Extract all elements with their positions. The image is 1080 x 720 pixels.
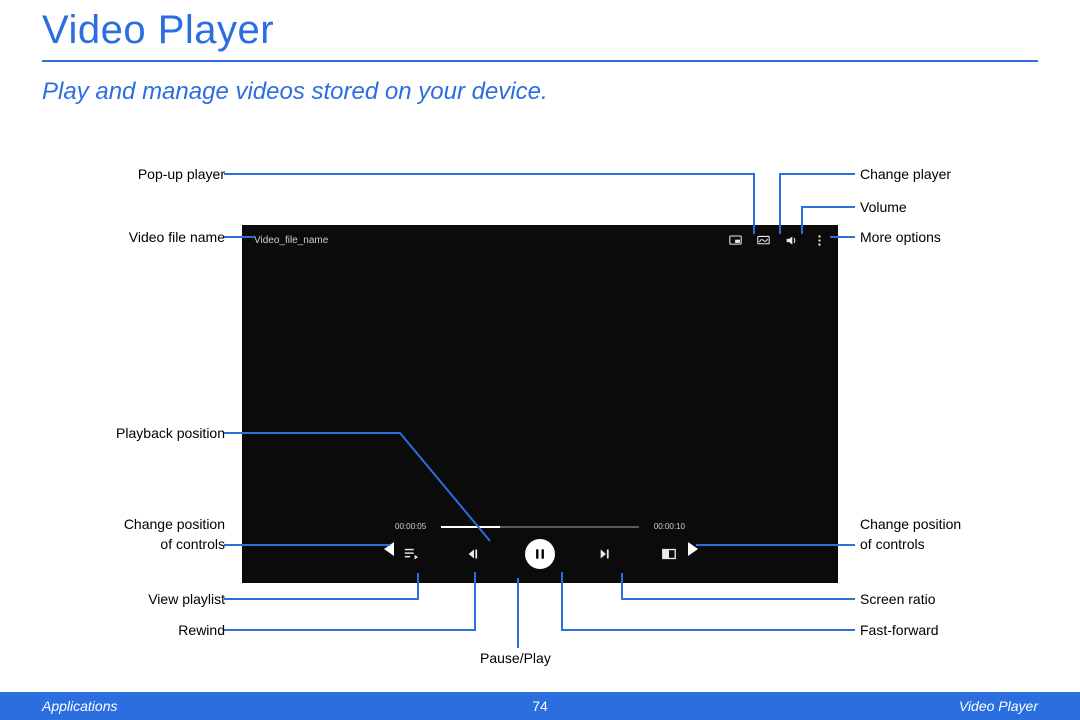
screen-ratio-icon[interactable]	[657, 542, 681, 566]
volume-icon[interactable]	[784, 233, 798, 247]
page-subtitle: Play and manage videos stored on your de…	[42, 78, 548, 106]
label-playback-position: Playback position	[60, 425, 225, 441]
footer-bar: Applications 74 Video Player	[0, 692, 1080, 720]
fast-forward-icon[interactable]	[594, 542, 618, 566]
label-change-position-right-1: Change position	[860, 516, 1040, 532]
label-view-playlist: View playlist	[60, 591, 225, 607]
pause-play-button[interactable]	[525, 539, 555, 569]
label-change-position-right-2: of controls	[860, 536, 1040, 552]
video-player-screenshot: Video_file_name 00:00:05 00	[242, 225, 838, 583]
video-controls: 00:00:05 00:00:10	[395, 522, 685, 569]
footer-page-number: 74	[532, 698, 548, 714]
page-title: Video Player	[42, 8, 274, 53]
video-top-bar: Video_file_name	[242, 225, 838, 255]
label-screen-ratio: Screen ratio	[860, 591, 1040, 607]
change-player-icon[interactable]	[756, 233, 770, 247]
more-options-icon[interactable]	[812, 233, 826, 247]
footer-left: Applications	[42, 698, 118, 714]
label-rewind: Rewind	[60, 622, 225, 638]
label-video-file-name: Video file name	[60, 229, 225, 245]
change-position-right-icon[interactable]	[688, 542, 698, 556]
view-playlist-icon[interactable]	[399, 542, 423, 566]
label-pause-play: Pause/Play	[480, 650, 551, 666]
label-change-position-left-2: of controls	[60, 536, 225, 552]
label-fast-forward: Fast-forward	[860, 622, 1040, 638]
label-pop-up-player: Pop-up player	[60, 166, 225, 182]
label-change-player: Change player	[860, 166, 1040, 182]
footer-right: Video Player	[959, 698, 1038, 714]
change-position-left-icon[interactable]	[384, 542, 394, 556]
popup-player-icon[interactable]	[728, 233, 742, 247]
label-more-options: More options	[860, 229, 1040, 245]
label-change-position-left-1: Change position	[60, 516, 225, 532]
seek-bar[interactable]	[441, 526, 639, 528]
video-file-name-label: Video_file_name	[254, 235, 328, 246]
duration-time: 00:00:10	[645, 522, 685, 531]
elapsed-time: 00:00:05	[395, 522, 435, 531]
rewind-icon[interactable]	[462, 542, 486, 566]
seek-row: 00:00:05 00:00:10	[395, 522, 685, 531]
title-rule	[42, 60, 1038, 62]
label-volume: Volume	[860, 199, 1040, 215]
seek-fill	[441, 526, 500, 528]
